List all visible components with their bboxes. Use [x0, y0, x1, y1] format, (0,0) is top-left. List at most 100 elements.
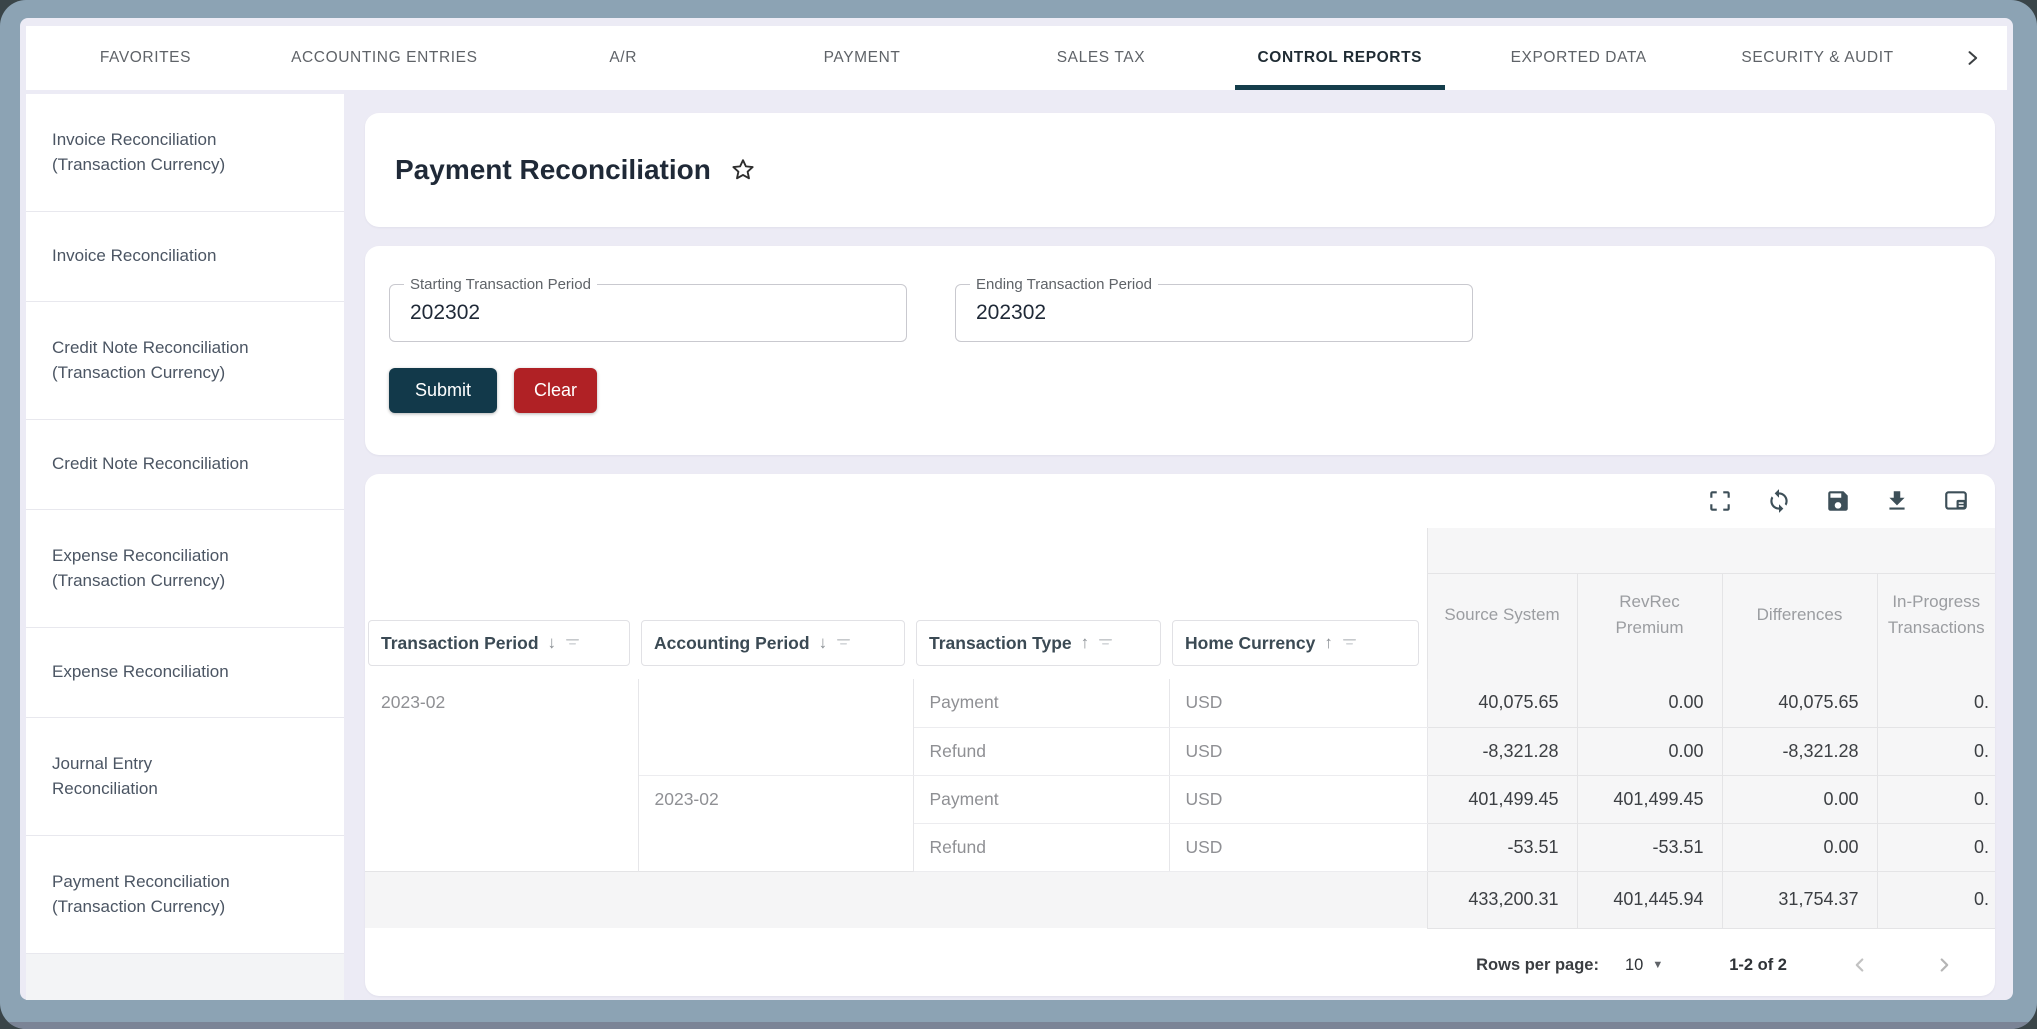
cell-differences: 0.00: [1722, 775, 1877, 823]
cell-in-progress: 0.: [1877, 775, 1995, 823]
starting-transaction-period-input[interactable]: [390, 285, 906, 341]
cell-home-currency: USD: [1169, 679, 1427, 727]
cell-home-currency: USD: [1169, 727, 1427, 775]
sort-desc-icon[interactable]: ↓: [819, 633, 828, 653]
cell-transaction-type: Refund: [913, 823, 1169, 871]
column-header-transaction-type: Transaction Type ↑: [913, 573, 1169, 679]
rows-per-page-label: Rows per page:: [1476, 956, 1599, 975]
screen-frame: FAVORITES ACCOUNTING ENTRIES A/R PAYMENT…: [0, 0, 2037, 1029]
tab-sales-tax[interactable]: SALES TAX: [982, 26, 1221, 90]
tab-favorites[interactable]: FAVORITES: [26, 26, 265, 90]
sidebar-item-expense-reconciliation[interactable]: Expense Reconciliation: [26, 628, 344, 718]
cell-revrec-premium: 401,499.45: [1577, 775, 1722, 823]
column-header-in-progress-transactions: In-Progress Transactions: [1877, 573, 1995, 679]
sidebar-item-journal-entry-reconciliation[interactable]: Journal Entry Reconciliation: [26, 718, 344, 836]
cell-transaction-period: 2023-02: [365, 679, 638, 871]
transaction-type-header-chip[interactable]: Transaction Type ↑: [916, 620, 1161, 666]
total-differences: 31,754.37: [1722, 871, 1877, 928]
reconciliation-table: Transaction Period ↓ Accounting Period ↓: [365, 528, 1995, 929]
caret-down-icon: ▼: [1652, 959, 1663, 971]
cell-revrec-premium: 0.00: [1577, 679, 1722, 727]
total-source-system: 433,200.31: [1427, 871, 1577, 928]
sort-desc-icon[interactable]: ↓: [548, 633, 557, 653]
ending-transaction-period-input[interactable]: [956, 285, 1472, 341]
cell-transaction-type: Refund: [913, 727, 1169, 775]
cell-accounting-period-blank: [638, 679, 913, 775]
tab-security-audit[interactable]: SECURITY & AUDIT: [1698, 26, 1937, 90]
cell-revrec-premium: -53.51: [1577, 823, 1722, 871]
sort-asc-icon[interactable]: ↑: [1081, 633, 1090, 653]
refresh-icon[interactable]: [1766, 488, 1792, 514]
total-revrec-premium: 401,445.94: [1577, 871, 1722, 928]
main-content: Payment Reconciliation Starting Transact…: [365, 94, 1995, 1000]
accounting-period-header-chip[interactable]: Accounting Period ↓: [641, 620, 905, 666]
tab-control-reports[interactable]: CONTROL REPORTS: [1220, 26, 1459, 90]
cell-revrec-premium: 0.00: [1577, 727, 1722, 775]
app-window: FAVORITES ACCOUNTING ENTRIES A/R PAYMENT…: [20, 18, 2013, 1000]
group-header-spacer: [365, 528, 1427, 573]
download-icon[interactable]: [1884, 488, 1910, 514]
reconciliation-table-card: Transaction Period ↓ Accounting Period ↓: [365, 474, 1995, 996]
filter-icon[interactable]: [836, 637, 851, 649]
sidebar-item-credit-note-reconciliation-txn-currency[interactable]: Credit Note Reconciliation (Transaction …: [26, 302, 344, 420]
table-row: 2023-02 Payment USD 40,075.65 0.00 40,07…: [365, 679, 1995, 727]
submit-button[interactable]: Submit: [389, 368, 497, 413]
filter-icon[interactable]: [565, 637, 580, 649]
chevron-right-icon: [1962, 48, 1982, 68]
filter-icon[interactable]: [1342, 637, 1357, 649]
fullscreen-icon[interactable]: [1707, 488, 1733, 514]
cell-in-progress: 0.: [1877, 679, 1995, 727]
cell-in-progress: 0.: [1877, 823, 1995, 871]
tab-accounting-entries[interactable]: ACCOUNTING ENTRIES: [265, 26, 504, 90]
tab-exported-data[interactable]: EXPORTED DATA: [1459, 26, 1698, 90]
cell-transaction-type: Payment: [913, 775, 1169, 823]
cell-differences: -8,321.28: [1722, 727, 1877, 775]
table-view-icon[interactable]: [1943, 488, 1969, 514]
starting-transaction-period-field: Starting Transaction Period: [389, 284, 907, 342]
next-page-icon[interactable]: [1933, 954, 1955, 976]
sidebar-item-invoice-reconciliation[interactable]: Invoice Reconciliation: [26, 212, 344, 302]
cell-differences: 40,075.65: [1722, 679, 1877, 727]
favorite-star-icon[interactable]: [729, 156, 757, 184]
cell-source-system: -8,321.28: [1427, 727, 1577, 775]
sidebar-item-expense-reconciliation-txn-currency[interactable]: Expense Reconciliation (Transaction Curr…: [26, 510, 344, 628]
sidebar-item-invoice-reconciliation-txn-currency[interactable]: Invoice Reconciliation (Transaction Curr…: [26, 94, 344, 212]
filter-card: Starting Transaction Period Ending Trans…: [365, 246, 1995, 455]
column-header-accounting-period: Accounting Period ↓: [638, 573, 913, 679]
cell-in-progress: 0.: [1877, 727, 1995, 775]
cell-source-system: 401,499.45: [1427, 775, 1577, 823]
tab-payment[interactable]: PAYMENT: [743, 26, 982, 90]
rows-per-page-select[interactable]: 10 ▼: [1625, 956, 1663, 975]
column-header-transaction-period: Transaction Period ↓: [365, 573, 638, 679]
sort-asc-icon[interactable]: ↑: [1324, 633, 1333, 653]
total-in-progress: 0.: [1877, 871, 1995, 928]
clear-button[interactable]: Clear: [514, 368, 597, 413]
cell-accounting-period: 2023-02: [638, 775, 913, 871]
sidebar-item-payment-reconciliation[interactable]: Payment Reconciliation: [26, 954, 344, 1000]
pagination-range: 1-2 of 2: [1729, 956, 1787, 975]
column-header-revrec-premium: RevRec Premium: [1577, 573, 1722, 679]
sidebar-item-credit-note-reconciliation[interactable]: Credit Note Reconciliation: [26, 420, 344, 510]
home-currency-header-chip[interactable]: Home Currency ↑: [1172, 620, 1419, 666]
table-toolbar: [365, 474, 1995, 528]
sidebar-item-payment-reconciliation-txn-currency[interactable]: Payment Reconciliation (Transaction Curr…: [26, 836, 344, 954]
previous-page-icon[interactable]: [1849, 954, 1871, 976]
cell-source-system: -53.51: [1427, 823, 1577, 871]
tab-ar[interactable]: A/R: [504, 26, 743, 90]
column-header-home-currency: Home Currency ↑: [1169, 573, 1427, 679]
totals-row-spacer: [365, 871, 1427, 928]
tabs-overflow-button[interactable]: [1937, 26, 2007, 90]
save-icon[interactable]: [1825, 488, 1851, 514]
cell-transaction-type: Payment: [913, 679, 1169, 727]
value-header-spacer: [1427, 528, 1995, 573]
transaction-period-header-chip[interactable]: Transaction Period ↓: [368, 620, 630, 666]
cell-home-currency: USD: [1169, 775, 1427, 823]
screen-edge-strip: [0, 1022, 2037, 1029]
filter-icon[interactable]: [1098, 637, 1113, 649]
ending-transaction-period-field: Ending Transaction Period: [955, 284, 1473, 342]
cell-home-currency: USD: [1169, 823, 1427, 871]
cell-differences: 0.00: [1722, 823, 1877, 871]
totals-row: 433,200.31 401,445.94 31,754.37 0.: [365, 871, 1995, 928]
table-pagination: Rows per page: 10 ▼ 1-2 of 2: [365, 934, 1995, 996]
cell-source-system: 40,075.65: [1427, 679, 1577, 727]
